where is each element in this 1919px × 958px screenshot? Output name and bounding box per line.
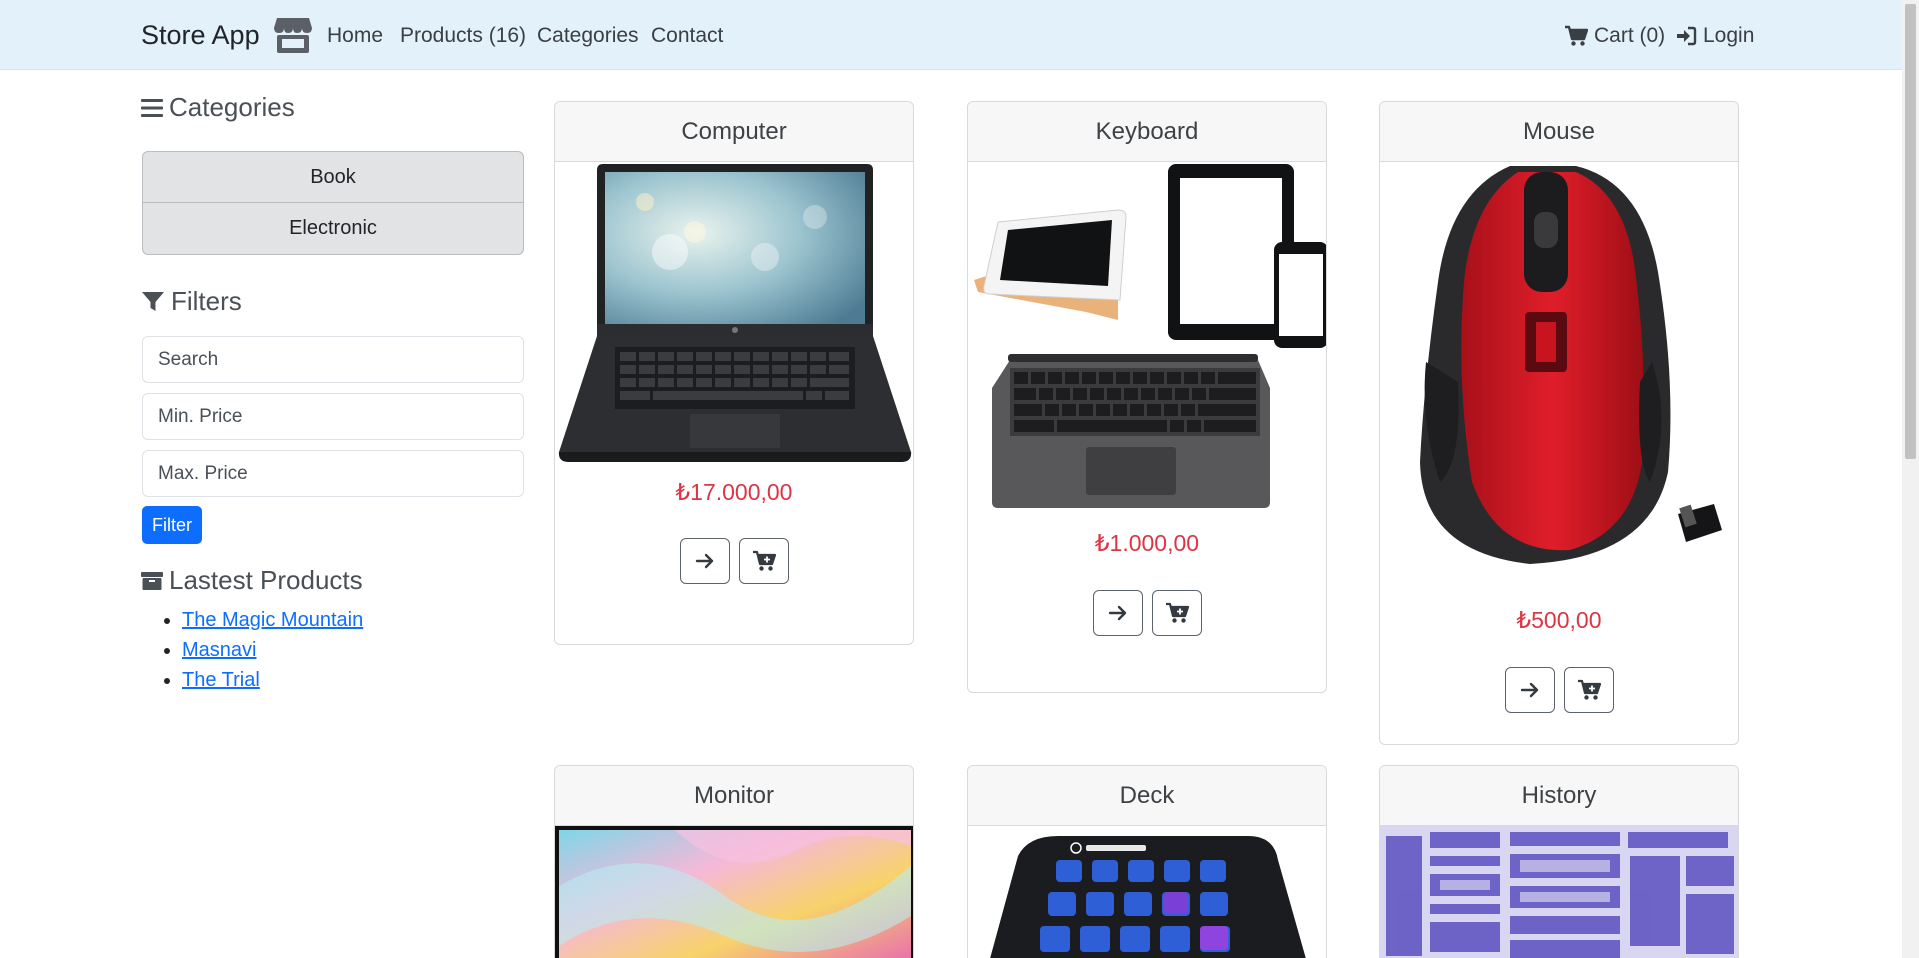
details-button[interactable] xyxy=(679,538,730,584)
product-title: Monitor xyxy=(555,766,913,826)
product-title: Deck xyxy=(968,766,1326,826)
latest-products-list: The Magic Mountain Masnavi The Trial xyxy=(160,605,363,695)
details-button[interactable] xyxy=(1092,590,1143,636)
login-icon xyxy=(1677,26,1697,46)
product-image-mouse[interactable] xyxy=(1380,162,1738,567)
min-price-input[interactable] xyxy=(142,393,524,440)
cart-icon xyxy=(1565,25,1588,46)
cart-plus-icon xyxy=(1165,602,1189,623)
max-price-input[interactable] xyxy=(142,450,524,497)
scrollbar-thumb[interactable] xyxy=(1905,4,1916,459)
product-card: Keyboard ₺1.000,00 xyxy=(967,101,1327,693)
product-price: ₺500,00 xyxy=(1516,607,1602,633)
latest-products-heading-text: Lastest Products xyxy=(169,565,363,595)
latest-product-link[interactable]: The Magic Mountain xyxy=(182,609,363,631)
product-title: History xyxy=(1380,766,1738,826)
nav-categories-link[interactable]: Categories xyxy=(537,24,639,48)
arrow-right-icon xyxy=(1108,605,1126,621)
latest-products-heading: Lastest Products xyxy=(141,565,363,596)
card-actions xyxy=(968,590,1326,636)
product-card: Mouse ₺500,00 xyxy=(1379,101,1739,745)
login-label: Login xyxy=(1703,24,1755,47)
product-title: Computer xyxy=(555,102,913,162)
product-title: Keyboard xyxy=(968,102,1326,162)
list-item: Masnavi xyxy=(182,635,363,665)
categories-heading-text: Categories xyxy=(169,92,295,122)
product-card: Monitor xyxy=(554,765,914,958)
product-image-keyboard[interactable] xyxy=(968,162,1326,516)
product-image-laptop[interactable] xyxy=(555,162,913,467)
category-book-button[interactable]: Book xyxy=(142,151,524,203)
card-actions xyxy=(555,538,913,584)
brand-title[interactable]: Store App xyxy=(141,20,260,51)
store-icon[interactable] xyxy=(272,14,314,56)
cart-plus-icon xyxy=(1577,679,1601,700)
cart-plus-icon xyxy=(752,550,776,571)
product-title: Mouse xyxy=(1380,102,1738,162)
details-button[interactable] xyxy=(1504,667,1555,713)
top-navbar: Store App Home Products (16) Categories … xyxy=(0,0,1902,70)
add-to-cart-button[interactable] xyxy=(1151,590,1202,636)
nav-home-link[interactable]: Home xyxy=(327,24,383,48)
category-electronic-button[interactable]: Electronic xyxy=(142,203,524,255)
product-image-monitor[interactable] xyxy=(555,826,913,958)
product-price: ₺1.000,00 xyxy=(1094,530,1200,556)
latest-product-link[interactable]: The Trial xyxy=(182,669,260,691)
add-to-cart-button[interactable] xyxy=(1563,667,1614,713)
categories-heading: Categories xyxy=(141,92,295,123)
box-icon xyxy=(141,571,163,590)
add-to-cart-button[interactable] xyxy=(738,538,789,584)
arrow-right-icon xyxy=(695,553,713,569)
list-item: The Trial xyxy=(182,665,363,695)
product-card: History xyxy=(1379,765,1739,958)
filter-button[interactable]: Filter xyxy=(142,506,202,544)
bars-icon xyxy=(141,98,163,117)
product-card: Deck xyxy=(967,765,1327,958)
filter-icon xyxy=(142,291,164,311)
filters-heading-text: Filters xyxy=(171,286,242,316)
arrow-right-icon xyxy=(1520,682,1538,698)
list-item: The Magic Mountain xyxy=(182,605,363,635)
nav-contact-link[interactable]: Contact xyxy=(651,24,723,48)
login-link[interactable]: Login xyxy=(1675,24,1754,48)
nav-products-link[interactable]: Products (16) xyxy=(400,24,526,48)
product-price: ₺17.000,00 xyxy=(675,479,793,505)
latest-product-link[interactable]: Masnavi xyxy=(182,639,256,661)
product-image-deck[interactable] xyxy=(968,826,1326,958)
product-image-history[interactable] xyxy=(1380,826,1738,958)
filters-heading: Filters xyxy=(141,286,242,317)
product-card: Computer ₺17.000,00 xyxy=(554,101,914,645)
card-actions xyxy=(1380,667,1738,713)
cart-label: Cart (0) xyxy=(1594,24,1666,47)
cart-link[interactable]: Cart (0) xyxy=(1564,24,1665,48)
search-input[interactable] xyxy=(142,336,524,383)
page-scrollbar[interactable] xyxy=(1902,0,1919,958)
